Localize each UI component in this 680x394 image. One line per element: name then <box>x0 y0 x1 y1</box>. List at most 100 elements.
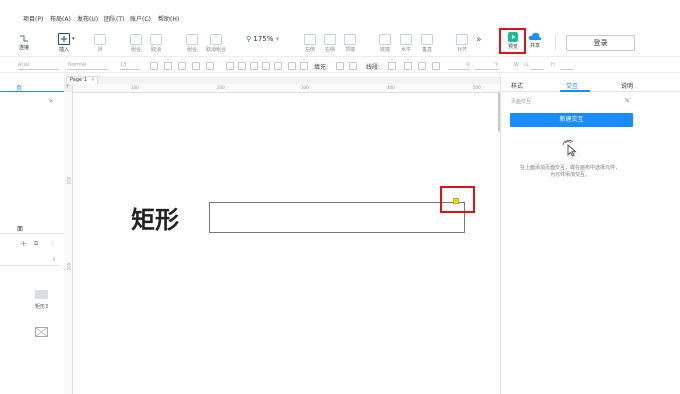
menu-account[interactable]: 账户(C) <box>130 14 151 23</box>
group-label: 组合 <box>130 47 141 53</box>
ruler-corner: + <box>64 83 72 92</box>
align-top-icon <box>344 34 356 45</box>
combine-button[interactable]: 组合 <box>184 34 200 53</box>
right-tabs-divider <box>500 91 680 92</box>
library-dropdown-icon: ⇕ <box>51 257 56 263</box>
menu-project[interactable]: 项目(P) <box>23 14 43 23</box>
page-tab[interactable]: Page 1 × <box>66 76 98 84</box>
line-style-icon[interactable] <box>418 62 426 70</box>
uncombine-button[interactable]: 取消组合 <box>204 34 228 53</box>
tab-interaction[interactable]: 交互 <box>566 81 578 90</box>
outline-panel-title: 面 <box>17 226 24 233</box>
share-button[interactable]: 共享 <box>526 32 544 49</box>
valign-top-icon[interactable] <box>288 62 296 70</box>
arrow-style-icon[interactable] <box>432 62 440 70</box>
align-top-button[interactable]: 顶端 <box>342 34 358 53</box>
text-color-icon[interactable] <box>150 62 158 70</box>
pages-panel-underline <box>0 91 64 92</box>
w-field[interactable]: W <box>514 62 519 68</box>
font-style-select[interactable]: Normal <box>68 62 108 70</box>
font-family-select[interactable]: Arial <box>18 62 58 70</box>
line-width-icon[interactable] <box>404 62 412 70</box>
toolbar-divider <box>555 34 556 50</box>
ruler-tick: 400 <box>387 85 395 90</box>
chevron-down-icon: ▾ <box>275 35 280 43</box>
align-bottom-button[interactable]: 底端 <box>377 34 393 53</box>
insert-dropdown-icon[interactable]: ▾ <box>72 36 75 42</box>
expand-icon[interactable]: ⇲ <box>624 97 629 104</box>
vertical-ruler: 100 200 <box>64 84 73 394</box>
ruler-tick: 200 <box>66 262 72 271</box>
align-left-button[interactable]: 左侧 <box>302 34 318 53</box>
ungroup-button[interactable]: 取消 <box>148 34 164 53</box>
connect-button[interactable]: 连接 <box>14 34 34 51</box>
distribute-h-button[interactable]: 水平 <box>398 34 414 53</box>
font-size-select[interactable]: 13 <box>120 62 140 70</box>
fill-label: 填充: <box>314 64 329 71</box>
line-label: 线段: <box>366 64 381 71</box>
x-field[interactable]: X <box>448 62 470 70</box>
list-icon[interactable] <box>226 62 234 70</box>
menu-team[interactable]: 团队(T) <box>104 14 124 23</box>
hint-text-line1: 在上面添加页面交互，或在画布中选择元件， <box>519 165 620 171</box>
library-more-icon[interactable]: ⋮ <box>50 240 56 247</box>
tab-notes[interactable]: 说明 <box>621 81 633 90</box>
align-right-button[interactable]: 右侧 <box>322 34 338 53</box>
menu-bar: 项目(P) 布局(A) 发布(U) 团队(T) 账户(C) 帮助(H) <box>0 0 680 30</box>
menu-publish[interactable]: 发布(U) <box>77 14 98 23</box>
align-text-right-icon[interactable] <box>262 62 270 70</box>
lock-ratio-icon[interactable]: ⊡ <box>524 62 528 68</box>
h-field[interactable]: H <box>551 62 555 68</box>
plus-box-icon <box>58 33 70 45</box>
search-icon: ⚲ <box>246 35 252 43</box>
menu-layout[interactable]: 布局(A) <box>50 14 71 23</box>
more-button[interactable]: » <box>476 35 482 45</box>
zoom-control[interactable]: ⚲ 175% ▾ <box>246 35 279 43</box>
left-panel: 页 ⇘ 面 + ⧉ ⋮ ⇕ 矩形3 <box>0 76 65 394</box>
line-color-icon[interactable] <box>388 62 396 70</box>
new-interaction-button[interactable]: 新建交互 <box>510 113 633 127</box>
page-tab-label: Page 1 <box>70 77 87 83</box>
bold-icon[interactable] <box>164 62 172 70</box>
distribute-v-button[interactable]: 垂直 <box>419 34 435 53</box>
italic-icon[interactable] <box>178 62 186 70</box>
add-page-icon[interactable]: ⇘ <box>48 97 53 104</box>
fill-image-icon[interactable] <box>349 62 357 70</box>
align-button[interactable]: 对齐 <box>454 34 470 53</box>
format-row-bottom-border <box>0 72 680 73</box>
ruler-tick: 500 <box>473 85 481 90</box>
align-text-justify-icon[interactable] <box>274 62 282 70</box>
horizontal-ruler: 100 200 300 400 500 <box>64 84 500 93</box>
valign-bottom-icon[interactable] <box>300 62 308 70</box>
close-icon[interactable]: × <box>91 77 95 84</box>
underline-icon[interactable] <box>192 62 200 70</box>
menu-help[interactable]: 帮助(H) <box>158 14 179 23</box>
crosshair-icon: + <box>65 83 71 90</box>
text-icon <box>94 34 106 45</box>
add-library-button[interactable]: + <box>20 239 27 248</box>
rectangle-widget-label: 矩形3 <box>35 304 49 310</box>
outline-panel-divider <box>0 233 64 234</box>
align-top-label: 顶端 <box>344 47 355 53</box>
library-copy-icon[interactable]: ⧉ <box>34 240 38 248</box>
format-row-top-border <box>0 56 680 57</box>
library-select[interactable]: ⇕ <box>0 256 58 266</box>
canvas-text-label[interactable]: 矩形 <box>131 200 179 235</box>
insert-label: 插入 <box>58 47 69 53</box>
active-tab-underline <box>560 90 590 92</box>
align-text-left-icon[interactable] <box>238 62 246 70</box>
w-value-field[interactable] <box>530 62 544 70</box>
group-button[interactable]: 组合 <box>128 34 144 53</box>
tab-style[interactable]: 样式 <box>511 81 523 90</box>
tool-a-button[interactable]: 对 <box>92 34 108 53</box>
login-button[interactable]: 登录 <box>566 35 635 51</box>
rectangle-shape[interactable] <box>209 202 465 233</box>
image-widget-icon[interactable] <box>35 322 48 337</box>
y-field[interactable]: Y <box>474 62 498 70</box>
h-value-field[interactable] <box>560 62 574 70</box>
align-text-center-icon[interactable] <box>250 62 258 70</box>
combine-label: 组合 <box>186 47 197 53</box>
fill-color-icon[interactable] <box>336 62 344 70</box>
strike-icon[interactable] <box>206 62 214 70</box>
rectangle-widget[interactable] <box>35 290 48 299</box>
